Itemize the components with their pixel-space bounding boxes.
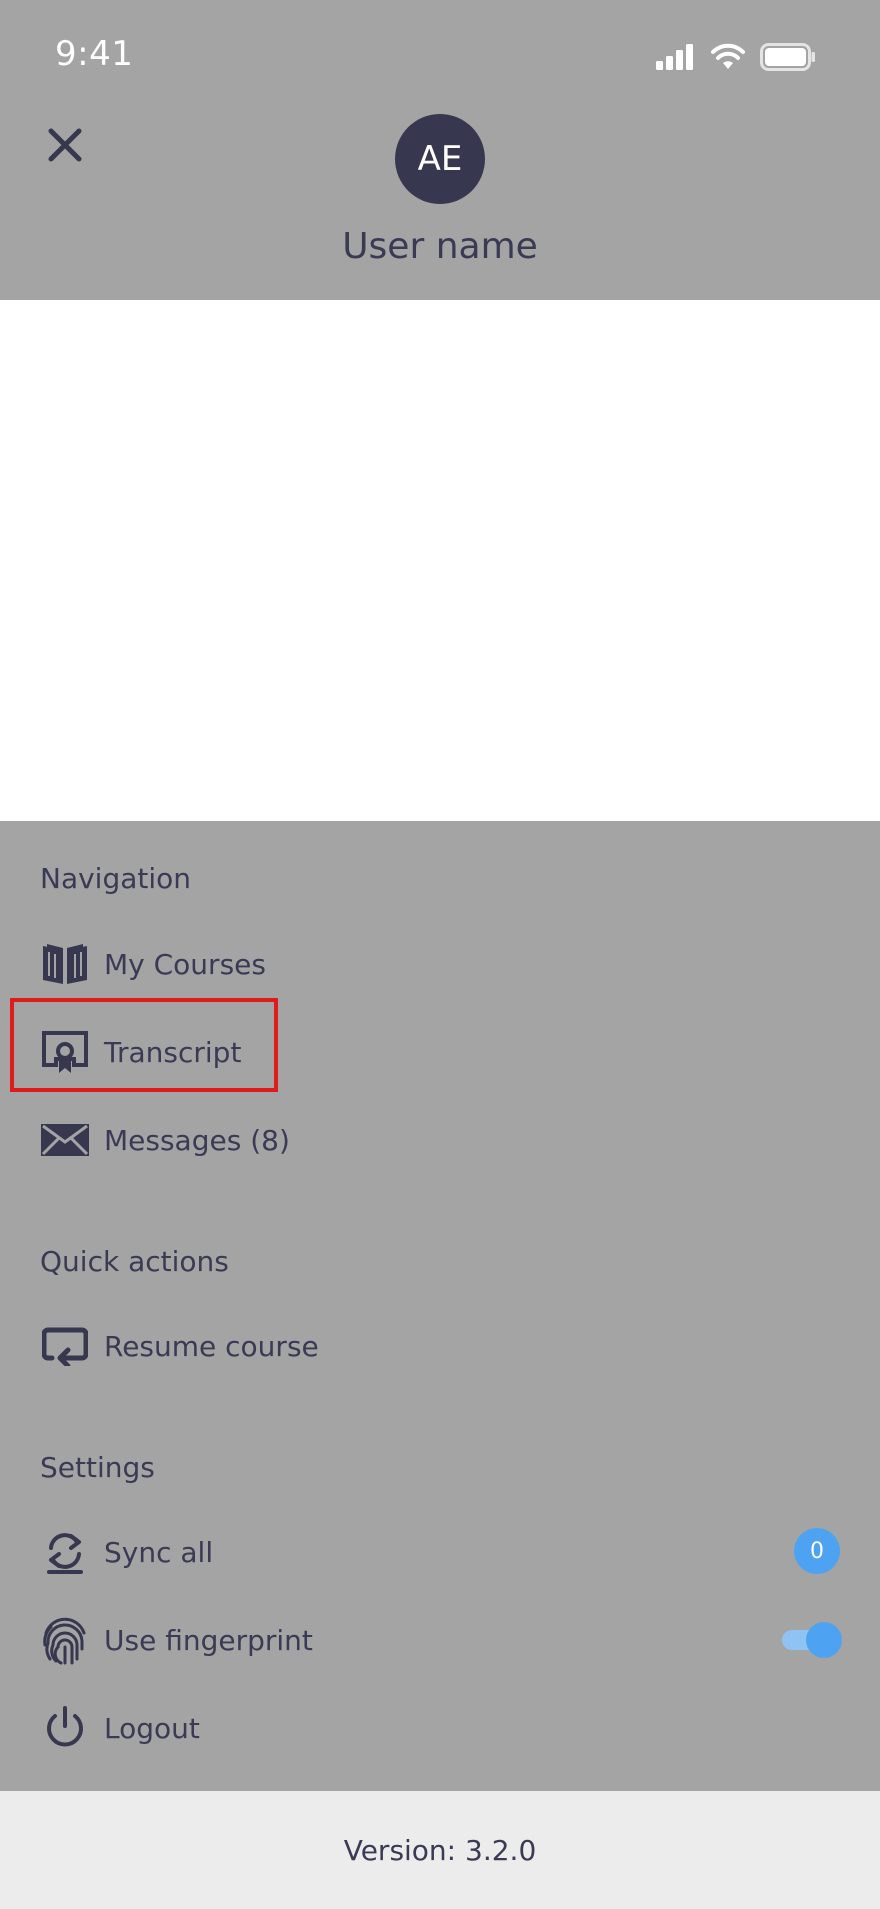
status-time: 9:41	[55, 34, 134, 74]
drawer-header: 9:41 AE User name	[0, 0, 880, 300]
menu-item-label: My Courses	[104, 947, 266, 981]
menu-item-my-courses[interactable]: My Courses	[40, 934, 266, 994]
close-button[interactable]	[40, 120, 90, 170]
menu-item-logout[interactable]: Logout	[40, 1698, 200, 1758]
sync-icon	[40, 1527, 90, 1577]
close-icon	[48, 128, 82, 162]
user-name: User name	[342, 226, 538, 267]
menu-item-sync-all[interactable]: Sync all	[40, 1522, 213, 1582]
wifi-icon	[711, 43, 745, 69]
navigation-section-title: Navigation	[40, 862, 192, 895]
toggle-knob	[806, 1622, 842, 1658]
menu-item-transcript[interactable]: Transcript	[40, 1022, 241, 1082]
sync-count-badge: 0	[794, 1528, 840, 1574]
certificate-icon	[40, 1027, 90, 1077]
menu-item-label: Sync all	[104, 1535, 214, 1569]
power-icon	[40, 1703, 90, 1753]
menu-item-label: Logout	[104, 1711, 200, 1745]
menu-item-use-fingerprint[interactable]: Use fingerprint	[40, 1610, 313, 1670]
cellular-signal-icon	[656, 44, 693, 70]
menu-item-label: Use fingerprint	[104, 1623, 313, 1657]
book-icon	[40, 939, 90, 989]
settings-section-title: Settings	[40, 1451, 155, 1484]
repeat-icon	[40, 1321, 90, 1371]
menu-item-messages[interactable]: Messages (8)	[40, 1110, 290, 1170]
avatar: AE	[395, 114, 485, 204]
version-footer: Version: 3.2.0	[0, 1791, 880, 1909]
quick-actions-section-title: Quick actions	[40, 1245, 229, 1278]
fingerprint-toggle[interactable]	[780, 1622, 842, 1658]
fingerprint-icon	[40, 1615, 90, 1665]
menu-item-label: Transcript	[104, 1035, 242, 1069]
version-label: Version: 3.2.0	[343, 1833, 537, 1867]
status-icons	[656, 40, 816, 74]
status-bar: 9:41	[0, 0, 880, 110]
content-area	[0, 300, 880, 821]
menu-item-resume-course[interactable]: Resume course	[40, 1316, 319, 1376]
battery-icon	[760, 43, 815, 71]
menu-item-label: Resume course	[104, 1329, 319, 1363]
envelope-icon	[40, 1115, 90, 1165]
menu-item-label: Messages (8)	[104, 1123, 290, 1157]
